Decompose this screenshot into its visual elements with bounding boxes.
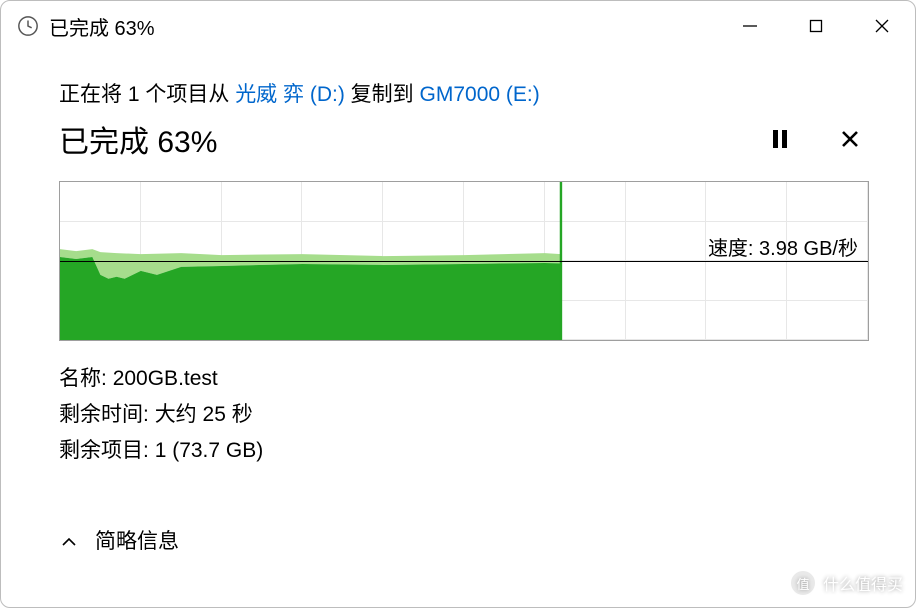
pause-button[interactable]	[765, 124, 795, 154]
window-title: 已完成 63%	[49, 12, 717, 41]
toggle-details-label: 简略信息	[95, 525, 179, 555]
detail-remaining-items: 剩余项目: 1 (73.7 GB)	[59, 433, 869, 469]
detail-time-label: 剩余时间:	[59, 403, 149, 426]
window-controls	[717, 1, 915, 51]
watermark-badge: 值	[789, 569, 817, 597]
maximize-button[interactable]	[783, 1, 849, 51]
detail-remaining-time: 剩余时间: 大约 25 秒	[59, 397, 869, 433]
titlebar: 已完成 63%	[1, 1, 915, 51]
copy-prefix: 正在将 1 个项目从	[59, 83, 235, 106]
speed-chart: 速度: 3.98 GB/秒	[59, 181, 869, 341]
cancel-button[interactable]	[835, 124, 865, 154]
source-drive-link[interactable]: 光威 弈 (D:)	[235, 83, 345, 106]
copy-description: 正在将 1 个项目从 光威 弈 (D:) 复制到 GM7000 (E:)	[59, 79, 869, 111]
chevron-up-icon	[61, 532, 77, 548]
detail-name-label: 名称:	[59, 367, 107, 390]
clock-icon	[17, 15, 39, 37]
dest-drive-link[interactable]: GM7000 (E:)	[420, 83, 540, 106]
speed-label: 速度: 3.98 GB/秒	[706, 232, 860, 261]
file-copy-dialog: 已完成 63% 正在将 1 个项目从 光威 弈 (D:) 复制到 GM7000 …	[0, 0, 916, 608]
close-button[interactable]	[849, 1, 915, 51]
speed-indicator-line	[60, 261, 868, 262]
watermark: 值 什么值得买	[789, 569, 903, 597]
dialog-content: 正在将 1 个项目从 光威 弈 (D:) 复制到 GM7000 (E:) 已完成…	[1, 51, 915, 555]
minimize-button[interactable]	[717, 1, 783, 51]
detail-items-value: 1 (73.7 GB)	[155, 439, 264, 462]
detail-items-label: 剩余项目:	[59, 439, 149, 462]
watermark-text: 什么值得买	[823, 571, 903, 595]
detail-name: 名称: 200GB.test	[59, 361, 869, 397]
progress-headline: 已完成 63%	[59, 117, 765, 161]
copy-mid: 复制到	[345, 83, 420, 106]
details-block: 名称: 200GB.test 剩余时间: 大约 25 秒 剩余项目: 1 (73…	[59, 361, 869, 469]
detail-name-value: 200GB.test	[113, 367, 218, 390]
toggle-details[interactable]: 简略信息	[59, 525, 869, 555]
detail-time-value: 大约 25 秒	[155, 403, 253, 426]
